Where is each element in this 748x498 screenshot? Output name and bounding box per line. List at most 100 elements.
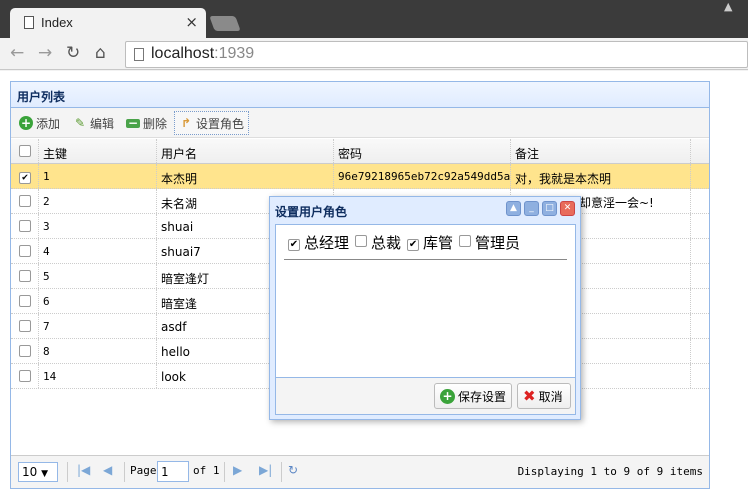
header-username[interactable]: 用户名 [157, 139, 334, 163]
row-checkbox-cell [11, 214, 39, 238]
row-checkbox[interactable] [19, 370, 31, 382]
set-role-button[interactable]: ↱ 设置角色 [174, 111, 250, 135]
row-checkbox[interactable] [19, 245, 31, 257]
minus-icon: − [126, 115, 140, 130]
new-tab-button[interactable] [209, 16, 241, 31]
table-row[interactable]: ✔ 1 本杰明 96e79218965eb72c92a549dd5a330 对，我就是本… [11, 164, 709, 189]
set-user-role-dialog: 设置用户角色 ▲ _ □ ✕ ✔ 总经理 总裁 ✔ 库管 管理员 + 保存设置 ✖ 取消 [269, 196, 581, 420]
cell-username: 本杰明 [157, 164, 334, 188]
cell-id: 5 [39, 264, 157, 288]
cancel-label: 取消 [538, 389, 563, 404]
header-id[interactable]: 主键 [39, 139, 157, 163]
prev-page-icon[interactable]: ◀ [103, 463, 112, 477]
cell-id: 4 [39, 239, 157, 263]
row-checkbox-cell [11, 314, 39, 338]
cell-id: 7 [39, 314, 157, 338]
role-option[interactable]: ✔ 总经理 [288, 234, 349, 252]
cell-password: 96e79218965eb72c92a549dd5a330 [334, 164, 511, 188]
forward-icon[interactable]: → [38, 43, 52, 63]
pencil-icon: ✎ [74, 116, 86, 130]
profile-icon[interactable]: ▲ [724, 0, 742, 13]
next-page-icon[interactable]: ▶ [233, 463, 242, 477]
url-text: localhost:1939 [151, 45, 254, 63]
save-settings-button[interactable]: + 保存设置 [434, 383, 512, 409]
browser-tab[interactable]: Index × [10, 8, 206, 38]
url-port: :1939 [214, 45, 255, 62]
edit-button[interactable]: ✎ 编辑 [69, 111, 118, 135]
maximize-icon[interactable]: □ [542, 201, 557, 216]
role-label: 管理员 [475, 234, 521, 252]
row-checkbox[interactable] [19, 270, 31, 282]
dialog-title: 设置用户角色 [275, 205, 348, 219]
select-all-checkbox[interactable] [19, 145, 31, 157]
row-checkbox[interactable]: ✔ [19, 172, 31, 184]
pager-separator [124, 462, 125, 482]
role-checkbox[interactable] [459, 235, 472, 247]
plus-icon: + [19, 116, 33, 130]
refresh-icon[interactable]: ↻ [288, 463, 298, 477]
pagination: 10 ▼ |◀ ◀ Page of 1 ▶ ▶| ↻ Displaying 1 … [11, 455, 709, 488]
page-size-value: 10 [22, 465, 38, 479]
page-total: of 1 [193, 464, 220, 477]
header-password[interactable]: 密码 [334, 139, 511, 163]
home-icon[interactable]: ⌂ [95, 43, 106, 63]
delete-label: 删除 [143, 116, 168, 131]
role-label: 总裁 [371, 234, 402, 252]
browser-toolbar: ← → ↻ ⌂ localhost:1939 [0, 38, 748, 70]
row-checkbox[interactable] [19, 195, 31, 207]
plus-icon: + [440, 388, 455, 404]
back-icon[interactable]: ← [10, 43, 24, 63]
role-checkbox[interactable] [355, 235, 368, 247]
first-page-icon[interactable]: |◀ [77, 463, 90, 477]
cell-id: 6 [39, 289, 157, 313]
reload-icon[interactable]: ↻ [66, 43, 80, 63]
pager-separator [224, 462, 225, 482]
role-option[interactable]: ✔ 库管 [407, 234, 453, 252]
row-checkbox[interactable] [19, 295, 31, 307]
edit-label: 编辑 [90, 116, 115, 131]
tab-close-button[interactable]: × [185, 13, 198, 31]
row-checkbox[interactable] [19, 345, 31, 357]
add-label: 添加 [36, 116, 61, 131]
set-role-label: 设置角色 [196, 116, 245, 131]
page-number-input[interactable] [157, 461, 189, 482]
row-checkbox-cell: ✔ [11, 164, 39, 188]
tab-title: Index [41, 15, 73, 30]
browser-tabstrip: Index × ▲ [0, 0, 748, 38]
header-note[interactable]: 备注 [511, 139, 691, 163]
close-icon[interactable]: ✕ [560, 201, 575, 216]
minimize-icon[interactable]: _ [524, 201, 539, 216]
page-icon [24, 16, 34, 29]
pager-separator [67, 462, 68, 482]
cell-id: 2 [39, 189, 157, 213]
cell-id: 1 [39, 164, 157, 188]
row-checkbox[interactable] [19, 220, 31, 232]
role-checkbox[interactable]: ✔ [288, 239, 300, 251]
role-checkbox[interactable]: ✔ [407, 239, 420, 251]
role-option[interactable]: 管理员 [459, 234, 520, 252]
dialog-footer: + 保存设置 ✖ 取消 [275, 378, 576, 415]
role-label: 总经理 [304, 234, 350, 252]
page-size-select[interactable]: 10 ▼ [18, 462, 58, 482]
cancel-button[interactable]: ✖ 取消 [517, 383, 571, 409]
row-checkbox-cell [11, 239, 39, 263]
collapse-icon[interactable]: ▲ [506, 201, 521, 216]
delete-button[interactable]: − 删除 [122, 111, 171, 135]
address-bar[interactable]: localhost:1939 [125, 41, 748, 68]
panel-title: 用户列表 [11, 82, 709, 108]
close-x-icon: ✖ [523, 387, 536, 405]
redo-arrow-icon: ↱ [180, 116, 192, 130]
save-label: 保存设置 [458, 389, 507, 404]
select-all-cell [11, 139, 39, 163]
cell-id: 14 [39, 364, 157, 388]
page-label: Page [130, 464, 157, 477]
row-checkbox-cell [11, 264, 39, 288]
last-page-icon[interactable]: ▶| [259, 463, 272, 477]
role-option[interactable]: 总裁 [355, 234, 401, 252]
grid-toolbar: + 添加 ✎ 编辑 − 删除 ↱ 设置角色 [11, 108, 709, 138]
grid-header: 主键 用户名 密码 备注 [11, 139, 709, 164]
url-host: localhost [151, 45, 215, 62]
row-checkbox[interactable] [19, 320, 31, 332]
role-list: ✔ 总经理 总裁 ✔ 库管 管理员 [284, 225, 567, 260]
add-button[interactable]: + 添加 [15, 111, 64, 135]
